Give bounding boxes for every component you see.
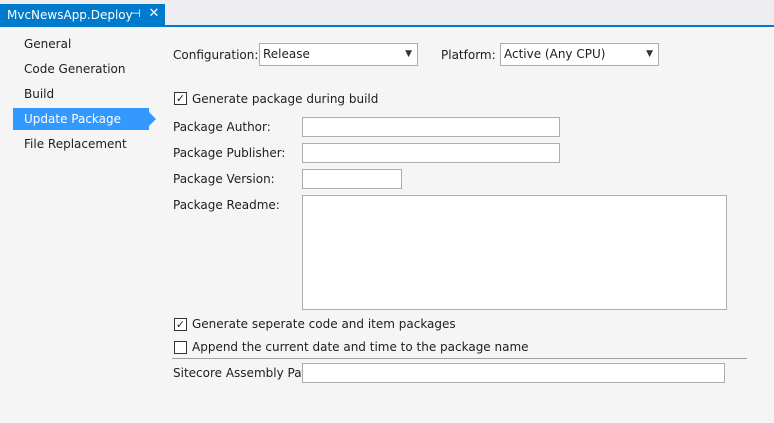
sidebar-item-file-replacement[interactable]: File Replacement <box>13 133 149 155</box>
separator-line <box>172 358 747 359</box>
pin-icon[interactable]: ⊣ <box>129 7 143 21</box>
package-version-input[interactable] <box>302 169 402 189</box>
assembly-path-input[interactable] <box>302 363 725 383</box>
separate-packages-checkbox[interactable]: ✓ <box>174 318 187 331</box>
package-publisher-input[interactable] <box>302 143 560 163</box>
configuration-value: Release <box>263 47 310 61</box>
generate-package-label[interactable]: Generate package during build <box>192 92 378 106</box>
package-author-label: Package Author: <box>173 120 271 134</box>
separate-packages-label[interactable]: Generate seperate code and item packages <box>192 317 456 331</box>
configuration-dropdown[interactable]: Release ▼ <box>259 43 418 66</box>
chevron-down-icon: ▼ <box>405 49 412 59</box>
assembly-path-label: Sitecore Assembly Path: <box>173 366 318 380</box>
package-author-input[interactable] <box>302 117 560 137</box>
generate-package-checkbox[interactable]: ✓ <box>174 92 187 105</box>
platform-value: Active (Any CPU) <box>504 47 606 61</box>
platform-dropdown[interactable]: Active (Any CPU) ▼ <box>500 43 659 66</box>
package-version-label: Package Version: <box>173 172 275 186</box>
sidebar-item-general[interactable]: General <box>13 33 149 55</box>
sidebar-item-build[interactable]: Build <box>13 83 149 105</box>
sidebar-item-update-package[interactable]: Update Package <box>13 108 156 130</box>
close-icon[interactable]: ✕ <box>147 7 161 21</box>
document-tab-title: MvcNewsApp.Deploy <box>7 8 133 22</box>
settings-sidebar: General Code Generation Build Update Pac… <box>0 27 160 423</box>
configuration-label: Configuration: <box>173 48 259 62</box>
append-date-label[interactable]: Append the current date and time to the … <box>192 340 529 354</box>
sidebar-item-code-generation[interactable]: Code Generation <box>13 58 149 80</box>
package-publisher-label: Package Publisher: <box>173 146 286 160</box>
chevron-down-icon: ▼ <box>646 49 653 59</box>
append-date-checkbox[interactable] <box>174 341 187 354</box>
platform-label: Platform: <box>441 48 496 62</box>
package-readme-label: Package Readme: <box>173 198 280 212</box>
package-readme-textarea[interactable] <box>302 195 727 310</box>
document-tab[interactable]: MvcNewsApp.Deploy ⊣ ✕ <box>0 4 165 26</box>
